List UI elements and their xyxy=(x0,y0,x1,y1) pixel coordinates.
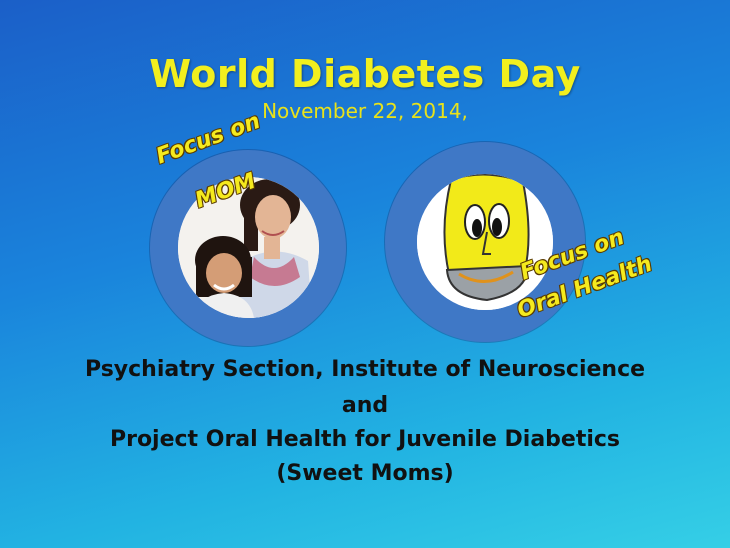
project-line: Project Oral Health for Juvenile Diabeti… xyxy=(109,427,621,452)
organizer-line: Psychiatry Section, Institute of Neurosc… xyxy=(84,357,646,382)
conjunction-line: and xyxy=(341,393,389,418)
tooth-mascot-image xyxy=(417,174,553,310)
page-title: World Diabetes Day xyxy=(149,52,581,96)
slide: World Diabetes Day November 22, 2014, Fo… xyxy=(0,0,730,548)
event-date: November 22, 2014, xyxy=(262,99,468,123)
project-subtitle: (Sweet Moms) xyxy=(276,461,454,486)
